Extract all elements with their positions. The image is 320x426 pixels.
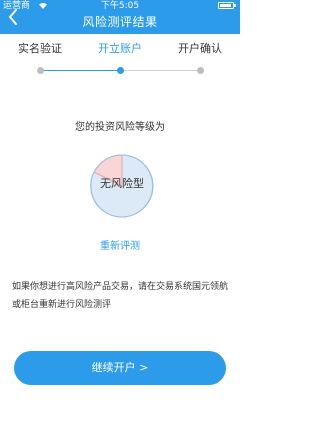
risk-level-label: 无风险型 xyxy=(100,177,144,190)
battery-icon xyxy=(218,2,236,9)
header-bar: 运营商 下午5:05 风险测评结果 xyxy=(0,0,240,34)
step-dot-open-account xyxy=(117,67,124,74)
continue-button[interactable]: 继续开户 > xyxy=(14,351,226,385)
step-label-confirm: 开户确认 xyxy=(178,42,222,55)
result-heading: 您的投资风险等级为 xyxy=(75,122,165,133)
status-time: 下午5:05 xyxy=(100,1,140,11)
step-track-progress xyxy=(40,70,120,71)
step-dot-confirm xyxy=(197,67,204,74)
battery-fill xyxy=(220,4,231,7)
retest-link[interactable]: 重新评测 xyxy=(0,241,240,253)
step-label-verify: 实名验证 xyxy=(18,42,62,55)
progress-stepper: 实名验证 开立账户 开户确认 xyxy=(0,34,240,86)
step-label-open-account: 开立账户 xyxy=(98,42,142,55)
page-title: 风险测评结果 xyxy=(82,15,158,29)
step-dot-verify xyxy=(37,67,44,74)
notice-text: 如果你想进行高风险产品交易，请在交易系统国元领航或柜台重新进行风险测评 xyxy=(12,282,229,310)
